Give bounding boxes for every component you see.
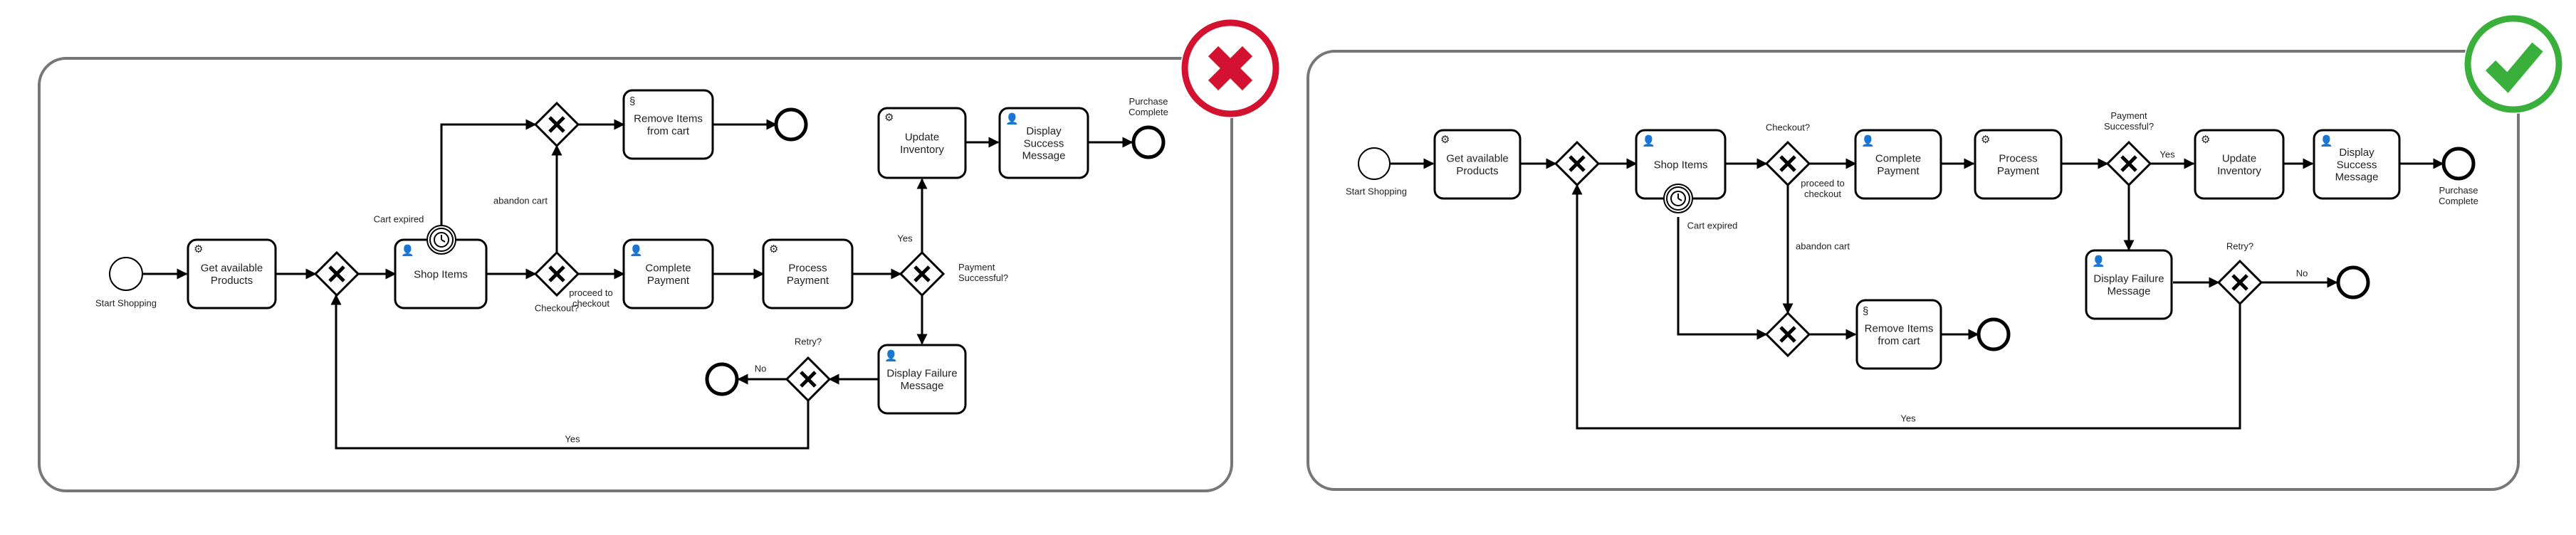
task-label: Display Success Message — [2335, 147, 2379, 184]
bpmn-comparison: ⚙ Get available Products 👤 Shop Items § R… — [0, 0, 2576, 531]
script-icon: § — [629, 95, 635, 107]
task-get-products: ⚙ Get available Products — [1433, 129, 1522, 200]
task-complete-payment: 👤 Complete Payment — [1854, 129, 1942, 200]
task-label: Update Inventory — [2217, 153, 2261, 177]
gateway-label: Checkout? — [1766, 122, 1810, 133]
panel-incorrect: ⚙ Get available Products 👤 Shop Items § R… — [38, 18, 1280, 492]
task-complete-payment: 👤 Complete Payment — [622, 238, 714, 309]
correct-badge-icon — [2464, 14, 2563, 114]
end-event-complete — [1131, 125, 1166, 159]
task-label: Shop Items — [414, 268, 468, 280]
user-icon: 👤 — [629, 244, 643, 257]
start-label: Start Shopping — [1346, 186, 1407, 197]
task-label: Display Success Message — [1022, 125, 1066, 162]
task-label: Shop Items — [1654, 159, 1708, 171]
gear-icon: ⚙ — [2201, 134, 2210, 146]
end-event-no-retry — [705, 362, 739, 396]
task-display-success: 👤 Display Success Message — [2313, 129, 2401, 200]
task-display-failure: 👤 Display Failure Message — [877, 344, 967, 415]
task-remove-items: § Remove Items from cart — [622, 89, 714, 160]
gear-icon: ⚙ — [1440, 134, 1450, 146]
edge-label: Yes — [1900, 413, 1916, 424]
timer-boundary-event — [426, 225, 456, 255]
task-remove-items: § Remove Items from cart — [1855, 299, 1942, 370]
edge-label: abandon cart — [493, 196, 548, 206]
edge-label: Yes — [2159, 149, 2175, 160]
end-event-complete — [2441, 147, 2476, 181]
timer-boundary-event — [1663, 184, 1693, 213]
user-icon: 👤 — [1005, 112, 1019, 125]
user-icon: 👤 — [2092, 255, 2105, 268]
user-icon: 👤 — [1642, 134, 1655, 147]
diagram-canvas: ⚙ Get available Products 👤 Shop Items § R… — [38, 14, 2563, 492]
user-icon: 👤 — [1861, 134, 1875, 147]
gateway-label: Retry? — [795, 337, 822, 347]
end-label: Purchase Complete — [2439, 185, 2478, 206]
gear-icon: ⚙ — [194, 243, 203, 255]
task-label: Complete Payment — [1875, 153, 1921, 177]
gateway-label: Retry? — [2226, 241, 2253, 252]
end-event — [1976, 317, 2011, 351]
edge-label: Yes — [565, 434, 580, 445]
start-event — [1358, 147, 1391, 180]
task-display-failure: 👤 Display Failure Message — [2085, 249, 2173, 320]
task-display-success: 👤 Display Success Message — [998, 107, 1089, 179]
panel-correct: ⚙ Get available Products 👤 Shop Items 👤 C… — [1307, 14, 2563, 491]
user-icon: 👤 — [2320, 134, 2333, 147]
user-icon: 👤 — [884, 349, 898, 362]
edge-label: Yes — [897, 233, 913, 244]
edge-label: proceed to checkout — [1801, 178, 1844, 199]
task-get-products: ⚙ Get available Products — [187, 238, 277, 309]
gear-icon: ⚙ — [769, 243, 778, 255]
panel-frame — [1307, 50, 2520, 491]
task-update-inventory: ⚙ Update Inventory — [2194, 129, 2285, 200]
end-event-no-retry — [2336, 265, 2370, 300]
script-icon: § — [1863, 305, 1868, 317]
task-label: Process Payment — [787, 263, 829, 287]
start-event — [109, 257, 143, 291]
task-process-payment: ⚙ Process Payment — [762, 238, 854, 309]
task-label: Update Inventory — [900, 132, 944, 156]
edge-label: Cart expired — [374, 214, 424, 225]
edge-label: proceed to checkout — [569, 287, 612, 309]
edge-label: abandon cart — [1796, 241, 1850, 252]
gateway-label: Payment Successful? — [2104, 110, 2154, 132]
edge-label: No — [755, 364, 767, 374]
task-label: Process Payment — [1997, 153, 2040, 177]
gear-icon: ⚙ — [884, 112, 894, 124]
user-icon: 👤 — [401, 244, 414, 257]
edge-label: No — [2296, 268, 2308, 279]
gear-icon: ⚙ — [1981, 134, 1990, 146]
end-label: Purchase Complete — [1129, 96, 1168, 117]
task-label: Complete Payment — [645, 263, 691, 287]
start-label: Start Shopping — [95, 298, 157, 309]
task-update-inventory: ⚙ Update Inventory — [877, 107, 967, 179]
end-event — [774, 107, 808, 142]
incorrect-badge-icon — [1180, 18, 1280, 118]
task-process-payment: ⚙ Process Payment — [1974, 129, 2063, 200]
edge-label: Cart expired — [1687, 221, 1738, 231]
